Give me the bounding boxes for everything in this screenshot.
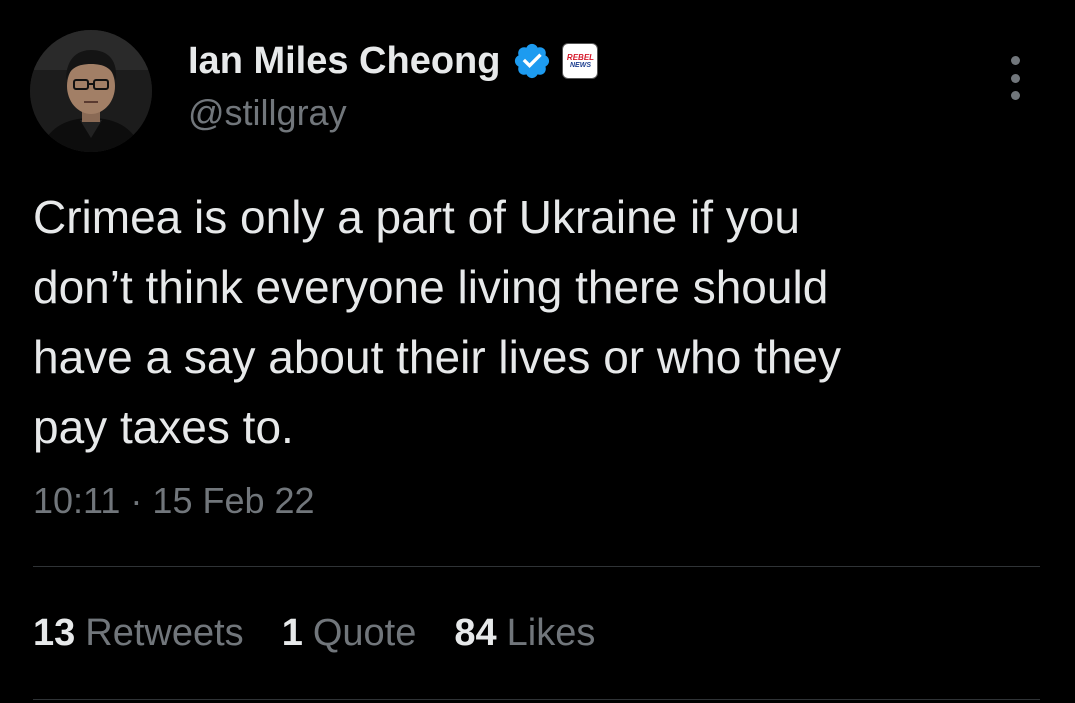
tweet-time: 10:11 [33, 480, 121, 521]
tweet-timestamp[interactable]: 10:11 · 15 Feb 22 [33, 480, 315, 522]
likes-count: 84 [454, 612, 497, 654]
tweet-detail: Ian Miles Cheong REBEL NEWS @stillgray C… [0, 0, 1075, 703]
tweet-text: Crimea is only a part of Ukraine if you … [33, 191, 842, 453]
quotes-stat[interactable]: 1 Quote [282, 612, 417, 655]
avatar-image [30, 30, 152, 152]
affiliate-badge-logo[interactable]: REBEL NEWS [562, 43, 599, 79]
divider [33, 699, 1040, 700]
author-name-row: Ian Miles Cheong REBEL NEWS [188, 36, 599, 86]
tweet-date: 15 Feb 22 [152, 480, 315, 521]
divider [33, 566, 1040, 567]
quotes-count: 1 [281, 612, 303, 654]
affiliate-badge-line2: NEWS [569, 61, 591, 69]
likes-stat[interactable]: 84 Likes [454, 612, 595, 655]
quotes-label: Quote [312, 612, 417, 654]
author-display-name[interactable]: Ian Miles Cheong [188, 40, 500, 83]
more-dot [1010, 91, 1020, 100]
avatar[interactable] [30, 30, 152, 152]
affiliate-badge-line1: REBEL [566, 52, 595, 62]
retweets-label: Retweets [85, 612, 244, 654]
likes-label: Likes [506, 612, 596, 654]
more-options-icon[interactable] [1000, 56, 1030, 100]
more-dot [1010, 73, 1020, 83]
author-handle[interactable]: @stillgray [188, 92, 347, 134]
retweets-stat[interactable]: 13 Retweets [33, 612, 244, 655]
timestamp-separator: · [120, 480, 153, 521]
verified-checkmark-icon[interactable] [512, 41, 552, 81]
engagement-stats: 13 Retweets 1 Quote 84 Likes [33, 612, 633, 655]
retweets-count: 13 [33, 612, 76, 654]
more-dot [1010, 56, 1020, 65]
